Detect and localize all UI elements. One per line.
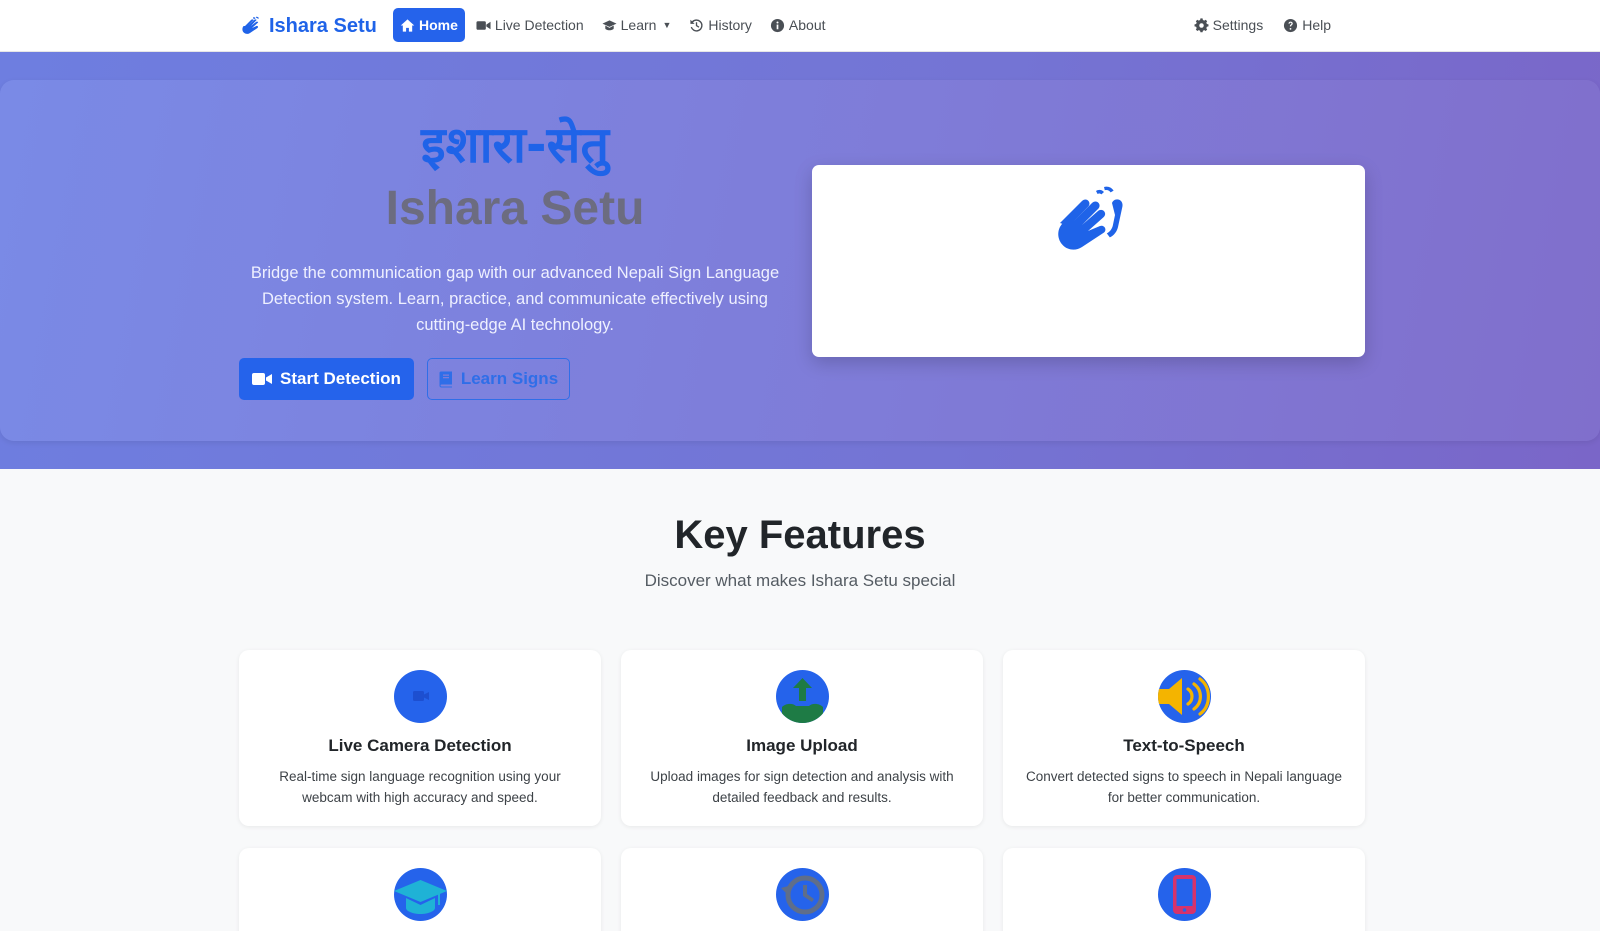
features-title: Key Features xyxy=(674,513,926,557)
upload-icon xyxy=(776,670,829,723)
nav-live-detection[interactable]: Live Detection xyxy=(469,8,591,42)
features-subtitle: Discover what makes Ishara Setu special xyxy=(644,571,956,590)
nav-about[interactable]: About xyxy=(763,8,833,42)
history-icon xyxy=(776,868,829,921)
feature-description: Real-time sign language recognition usin… xyxy=(279,769,561,805)
graduation-cap-icon xyxy=(394,868,447,921)
nav-right: Settings Help xyxy=(1187,8,1338,42)
feature-description: Convert detected signs to speech in Nepa… xyxy=(1026,769,1342,805)
nav-history[interactable]: History xyxy=(682,8,759,42)
graduation-cap-icon xyxy=(602,19,617,30)
video-icon xyxy=(476,20,491,30)
nav-settings[interactable]: Settings xyxy=(1187,8,1271,42)
question-circle-icon xyxy=(1284,18,1298,32)
feature-card-image-upload: Image Upload Upload images for sign dete… xyxy=(621,650,983,826)
feature-card-live-camera: Live Camera Detection Real-time sign lan… xyxy=(239,650,601,826)
nav-settings-label: Settings xyxy=(1212,17,1264,33)
hero-title-nepali: इशारा-सेतु xyxy=(421,116,609,174)
book-icon xyxy=(439,371,452,387)
brand-name: Ishara Setu xyxy=(269,14,377,37)
chevron-down-icon: ▼ xyxy=(662,20,672,30)
brand-link[interactable]: Ishara Setu xyxy=(239,11,377,41)
nav-about-label: About xyxy=(788,17,826,33)
mobile-icon xyxy=(1158,868,1211,921)
feature-card-text-to-speech: Text-to-Speech Convert detected signs to… xyxy=(1003,650,1365,826)
nav-help[interactable]: Help xyxy=(1276,8,1338,42)
start-detection-label: Start Detection xyxy=(280,369,401,388)
nav-learn-dropdown[interactable]: Learn ▼ xyxy=(595,8,679,42)
feature-title: Image Upload xyxy=(746,736,858,755)
feature-card-history xyxy=(621,848,983,931)
history-icon xyxy=(690,18,703,32)
sign-language-hands-icon xyxy=(1058,186,1123,250)
hero-illustration-card xyxy=(812,165,1365,357)
learn-signs-label: Learn Signs xyxy=(460,369,559,388)
main-nav: Home Live Detection Learn ▼ History Abou… xyxy=(393,8,833,42)
feature-description: Upload images for sign detection and ana… xyxy=(650,769,954,805)
feature-title: Text-to-Speech xyxy=(1123,736,1245,755)
hero-title-english: Ishara Setu xyxy=(385,182,645,235)
nav-help-label: Help xyxy=(1302,17,1331,33)
camera-icon xyxy=(394,670,447,723)
feature-card-mobile xyxy=(1003,848,1365,931)
hero-description: Bridge the communication gap with our ad… xyxy=(250,264,780,334)
feature-card-learn xyxy=(239,848,601,931)
feature-title: Live Camera Detection xyxy=(328,736,512,755)
nav-history-label: History xyxy=(708,17,752,33)
sign-language-icon xyxy=(242,16,259,34)
home-icon xyxy=(400,18,415,32)
top-navbar: Ishara Setu Home Live Detection Learn ▼ … xyxy=(0,0,1600,52)
gear-icon xyxy=(1194,17,1209,32)
info-circle-icon xyxy=(770,18,784,32)
start-detection-button[interactable]: Start Detection xyxy=(239,358,414,400)
volume-icon xyxy=(1158,670,1211,723)
learn-signs-button[interactable]: Learn Signs xyxy=(427,358,570,400)
nav-live-detection-label: Live Detection xyxy=(494,17,584,33)
nav-learn-label: Learn xyxy=(620,17,657,33)
video-icon xyxy=(252,373,273,385)
nav-home-label: Home xyxy=(419,17,458,33)
nav-home[interactable]: Home xyxy=(393,8,465,42)
